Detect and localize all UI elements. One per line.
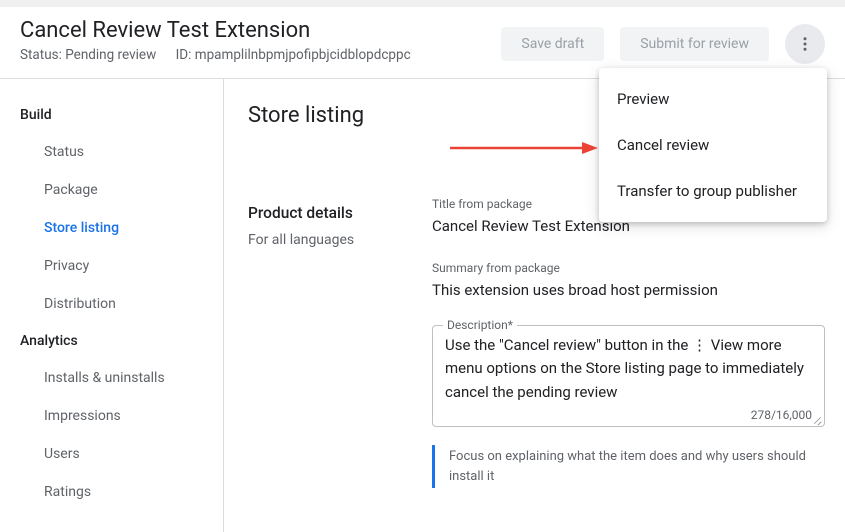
window-strip	[0, 0, 845, 7]
id-value: mpamplilnbpmjpofipbjcidblopdcppc	[195, 47, 411, 63]
description-char-count: 278/16,000	[445, 408, 812, 422]
status-line: Status: Pending review ID: mpamplilnbpmj…	[20, 47, 411, 63]
status-label: Status:	[20, 47, 62, 63]
summary-value: This extension uses broad host permissio…	[432, 281, 825, 299]
description-hint: Focus on explaining what the item does a…	[432, 445, 812, 488]
sidebar-item-privacy[interactable]: Privacy	[0, 247, 223, 285]
id-label: ID:	[176, 47, 192, 63]
menu-item-preview[interactable]: Preview	[599, 76, 827, 122]
sidebar-item-users[interactable]: Users	[0, 435, 223, 473]
product-details-heading: Product details	[248, 204, 432, 222]
description-label: Description*	[443, 318, 517, 332]
product-details-sub: For all languages	[248, 232, 432, 248]
sidebar-item-impressions[interactable]: Impressions	[0, 397, 223, 435]
more-options-button[interactable]	[785, 24, 825, 64]
sidebar-item-distribution[interactable]: Distribution	[0, 285, 223, 323]
sidebar-item-ratings[interactable]: Ratings	[0, 473, 223, 511]
sidebar-item-package[interactable]: Package	[0, 171, 223, 209]
description-text[interactable]: Use the "Cancel review" button in the ⋮ …	[445, 334, 812, 406]
more-options-menu: Preview Cancel review Transfer to group …	[599, 68, 827, 222]
sidebar-heading-analytics: Analytics	[0, 323, 223, 359]
sidebar: Build Status Package Store listing Priva…	[0, 79, 224, 532]
status-value: Pending review	[65, 47, 156, 63]
sidebar-item-installs[interactable]: Installs & uninstalls	[0, 359, 223, 397]
sidebar-item-store-listing[interactable]: Store listing	[0, 209, 223, 247]
summary-label: Summary from package	[432, 261, 825, 275]
more-vertical-icon	[796, 35, 814, 53]
resize-handle-icon[interactable]	[811, 413, 823, 425]
sidebar-item-status[interactable]: Status	[0, 133, 223, 171]
sidebar-heading-build: Build	[0, 97, 223, 133]
menu-item-cancel-review[interactable]: Cancel review	[599, 122, 827, 168]
extension-title: Cancel Review Test Extension	[20, 18, 411, 43]
save-draft-button[interactable]: Save draft	[501, 27, 604, 61]
submit-for-review-button[interactable]: Submit for review	[620, 27, 769, 61]
page-title: Store listing	[248, 103, 432, 128]
menu-item-transfer[interactable]: Transfer to group publisher	[599, 168, 827, 214]
description-field[interactable]: Description* Use the "Cancel review" but…	[432, 325, 825, 427]
